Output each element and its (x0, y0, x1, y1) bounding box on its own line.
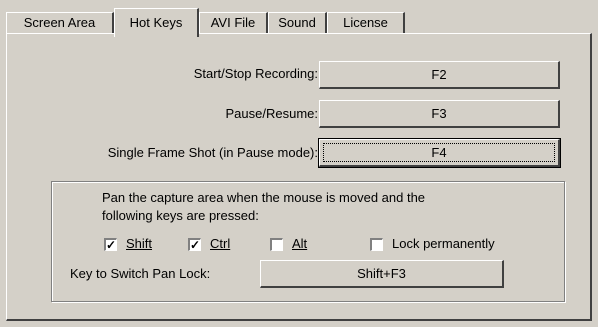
ctrl-label[interactable]: Ctrl (210, 236, 230, 251)
check-mark-icon: ✓ (106, 238, 117, 252)
shift-label[interactable]: Shift (126, 236, 152, 251)
pan-description-line1: Pan the capture area when the mouse is m… (102, 190, 426, 205)
switch-pan-lock-label: Key to Switch Pan Lock: (70, 266, 211, 281)
hotkey-value: F3 (431, 106, 447, 121)
ctrl-checkbox[interactable]: ✓ (188, 238, 201, 251)
tab-label: AVI File (210, 15, 256, 30)
pause-resume-hotkey-button[interactable]: F3 (319, 100, 560, 128)
hot-keys-panel: Start/Stop Recording: F2 Pause/Resume: F… (6, 33, 592, 321)
hotkey-value: F2 (431, 67, 447, 82)
tab-label: Screen Area (23, 15, 96, 30)
switch-pan-lock-hotkey-button[interactable]: Shift+F3 (260, 260, 504, 288)
pan-description-line2: following keys are pressed: (102, 208, 259, 223)
pause-resume-label: Pause/Resume: (225, 106, 319, 121)
single-frame-label: Single Frame Shot (in Pause mode): (107, 145, 318, 160)
shift-checkbox[interactable]: ✓ (104, 238, 117, 251)
start-stop-hotkey-button[interactable]: F2 (319, 61, 560, 89)
pan-group-box: Pan the capture area when the mouse is m… (51, 181, 565, 302)
tab-label: Sound (278, 15, 316, 30)
tab-hot-keys[interactable]: Hot Keys (114, 8, 199, 37)
tab-avi-file[interactable]: AVI File (199, 12, 268, 34)
hotkey-value: Shift+F3 (357, 266, 406, 281)
tab-license[interactable]: License (327, 12, 405, 34)
lock-permanently-label[interactable]: Lock permanently (392, 236, 495, 251)
check-mark-icon: ✓ (190, 238, 201, 252)
alt-checkbox[interactable] (270, 238, 283, 251)
alt-label[interactable]: Alt (292, 236, 307, 251)
tab-label: License (343, 15, 388, 30)
single-frame-hotkey-button[interactable]: F4 (318, 138, 561, 168)
lock-permanently-checkbox[interactable] (370, 238, 383, 251)
start-stop-label: Start/Stop Recording: (193, 66, 318, 81)
tab-sound[interactable]: Sound (268, 12, 327, 34)
focus-rect (323, 143, 555, 162)
tab-label: Hot Keys (129, 15, 183, 30)
tab-screen-area[interactable]: Screen Area (6, 12, 114, 34)
